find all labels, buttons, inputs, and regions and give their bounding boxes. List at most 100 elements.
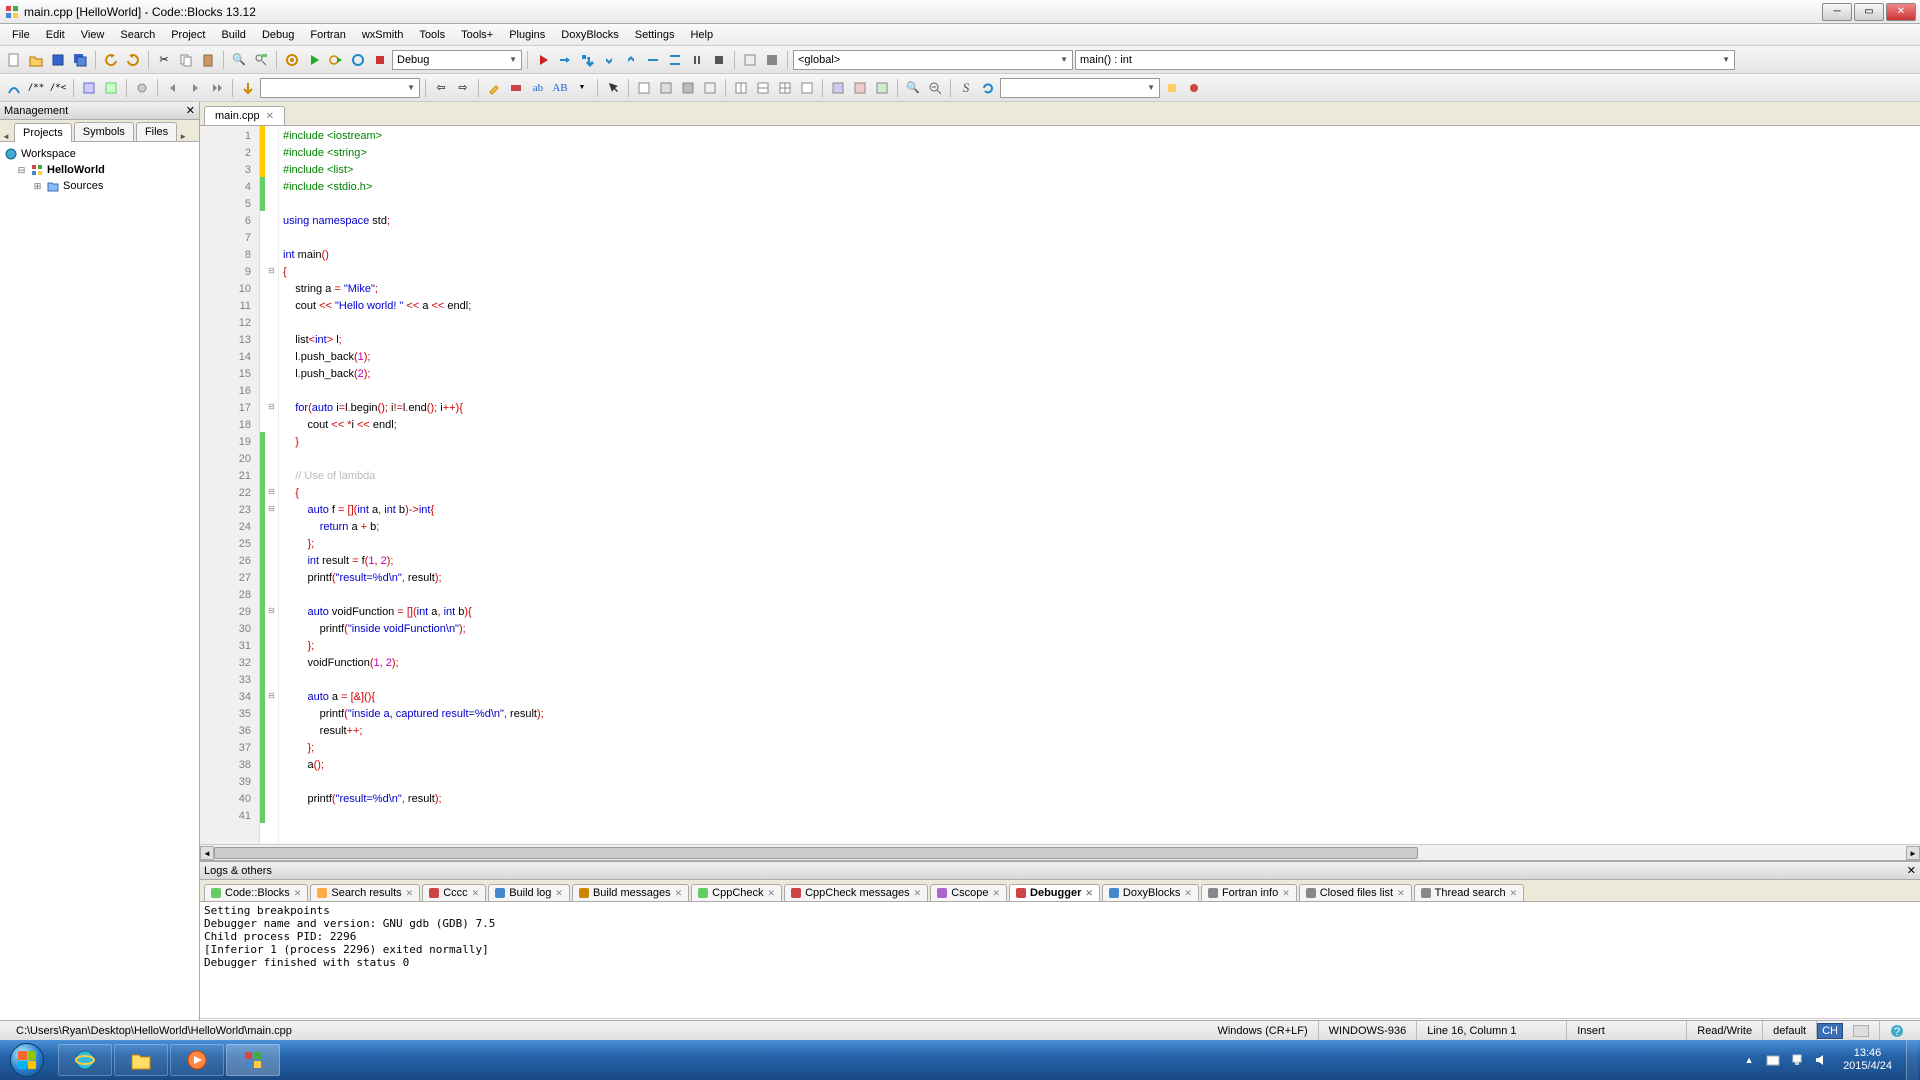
log-tab-cppcheck[interactable]: CppCheck✕ (691, 884, 782, 901)
s-style-icon[interactable]: S (956, 78, 976, 98)
scroll-thumb[interactable] (214, 847, 1418, 859)
log-tab-cppcheck-messages[interactable]: CppCheck messages✕ (784, 884, 928, 901)
project-tree[interactable]: Workspace ⊟ HelloWorld ⊞ Sources (0, 142, 199, 1040)
selection-icon[interactable] (506, 78, 526, 98)
start-button[interactable] (0, 1040, 54, 1080)
refresh-icon[interactable] (978, 78, 998, 98)
nav-fwd-icon[interactable] (185, 78, 205, 98)
logs-close-icon[interactable]: ✕ (1907, 864, 1916, 877)
aux-combo[interactable]: ▼ (1000, 78, 1160, 98)
status-keyboard-icon[interactable] (1843, 1021, 1880, 1040)
log-tab-closed-files-list[interactable]: Closed files list✕ (1299, 884, 1412, 901)
win2-icon[interactable] (656, 78, 676, 98)
highlight-icon[interactable] (484, 78, 504, 98)
debug-windows-icon[interactable] (740, 50, 760, 70)
tree-workspace[interactable]: Workspace (4, 146, 195, 162)
debugger-log[interactable]: Setting breakpoints Debugger name and ve… (200, 902, 1920, 1018)
next-instr-icon[interactable] (643, 50, 663, 70)
task-ie[interactable] (58, 1044, 112, 1076)
tray-action-icon[interactable] (1765, 1052, 1781, 1068)
select-icon[interactable] (603, 78, 623, 98)
tray-clock[interactable]: 13:46 2015/4/24 (1837, 1047, 1898, 1073)
menu-help[interactable]: Help (682, 26, 721, 44)
log-tab-search-results[interactable]: Search results✕ (310, 884, 420, 901)
menu-plugins[interactable]: Plugins (501, 26, 553, 44)
nav-last-icon[interactable] (207, 78, 227, 98)
debug-start-icon[interactable] (533, 50, 553, 70)
paste-icon[interactable] (198, 50, 218, 70)
win3-icon[interactable] (678, 78, 698, 98)
cut-icon[interactable]: ✂ (154, 50, 174, 70)
open-file-icon[interactable] (26, 50, 46, 70)
menu-view[interactable]: View (73, 26, 113, 44)
panel2-icon[interactable] (850, 78, 870, 98)
tray-network-icon[interactable] (1789, 1052, 1805, 1068)
jump-icon[interactable] (238, 78, 258, 98)
menu-fortran[interactable]: Fortran (302, 26, 353, 44)
menu-project[interactable]: Project (163, 26, 213, 44)
goto-combo[interactable]: ▼ (260, 78, 420, 98)
scroll-left-icon[interactable]: ◄ (200, 846, 214, 860)
abort-icon[interactable] (370, 50, 390, 70)
new-file-icon[interactable] (4, 50, 24, 70)
menu-tools[interactable]: Tools+ (453, 26, 501, 44)
taskbar[interactable]: ▲ 13:46 2015/4/24 (0, 1040, 1920, 1080)
log-tab-build-log[interactable]: Build log✕ (488, 884, 570, 901)
build-run-icon[interactable] (326, 50, 346, 70)
next-bookmark-icon[interactable]: ⇨ (453, 78, 473, 98)
layout3-icon[interactable] (775, 78, 795, 98)
win1-icon[interactable] (634, 78, 654, 98)
block-comment-icon[interactable]: /** (26, 78, 46, 98)
menu-search[interactable]: Search (112, 26, 163, 44)
layout2-icon[interactable] (753, 78, 773, 98)
code-editor[interactable]: 1234567891011121314151617181920212223242… (200, 126, 1920, 844)
info-icon[interactable] (762, 50, 782, 70)
minimize-button[interactable]: ─ (1822, 3, 1852, 21)
menu-settings[interactable]: Settings (627, 26, 683, 44)
task-codeblocks[interactable] (226, 1044, 280, 1076)
tree-sources-folder[interactable]: ⊞ Sources (4, 178, 195, 194)
tree-project[interactable]: ⊟ HelloWorld (4, 162, 195, 178)
maximize-button[interactable]: ▭ (1854, 3, 1884, 21)
log-tab-fortran-info[interactable]: Fortran info✕ (1201, 884, 1297, 901)
tab-nav-right[interactable]: ► (177, 132, 189, 141)
menu-doxyblocks[interactable]: DoxyBlocks (553, 26, 626, 44)
zoom-in-icon[interactable]: 🔍 (903, 78, 923, 98)
text-upper-icon[interactable]: AB (550, 78, 570, 98)
win4-icon[interactable] (700, 78, 720, 98)
step-out-icon[interactable] (621, 50, 641, 70)
nav-back-icon[interactable] (163, 78, 183, 98)
copy-icon[interactable] (176, 50, 196, 70)
scope-combo[interactable]: <global>▼ (793, 50, 1073, 70)
log-tab-build-messages[interactable]: Build messages✕ (572, 884, 689, 901)
task-explorer[interactable] (114, 1044, 168, 1076)
tab-nav-left[interactable]: ◄ (0, 132, 12, 141)
build-icon[interactable] (282, 50, 302, 70)
doxy-html-icon[interactable] (101, 78, 121, 98)
scroll-right-icon[interactable]: ► (1906, 846, 1920, 860)
menu-edit[interactable]: Edit (38, 26, 73, 44)
run-to-cursor-icon[interactable] (555, 50, 575, 70)
text-lower-icon[interactable]: ab (528, 78, 548, 98)
tab-files[interactable]: Files (136, 122, 177, 141)
tray-volume-icon[interactable] (1813, 1052, 1829, 1068)
expand-icon[interactable]: ⊟ (16, 165, 27, 176)
tab-projects[interactable]: Projects (14, 123, 72, 142)
tray-up-icon[interactable]: ▲ (1741, 1052, 1757, 1068)
run-icon[interactable] (304, 50, 324, 70)
replace-icon[interactable] (251, 50, 271, 70)
log-tab-doxyblocks[interactable]: DoxyBlocks✕ (1102, 884, 1199, 901)
symbol-combo[interactable]: main() : int▼ (1075, 50, 1735, 70)
code-content[interactable]: #include <iostream>#include <string>#inc… (279, 126, 1920, 844)
close-button[interactable]: ✕ (1886, 3, 1916, 21)
close-tab-icon[interactable]: ✕ (266, 111, 274, 122)
editor-tab-main[interactable]: main.cpp ✕ (204, 106, 285, 125)
zoom-out-icon[interactable] (925, 78, 945, 98)
management-close-icon[interactable]: ✕ (186, 104, 195, 117)
menu-wxsmith[interactable]: wxSmith (354, 26, 412, 44)
doxy-run-icon[interactable] (79, 78, 99, 98)
prev-bookmark-icon[interactable]: ⇦ (431, 78, 451, 98)
save-icon[interactable] (48, 50, 68, 70)
layout1-icon[interactable] (731, 78, 751, 98)
task-media[interactable] (170, 1044, 224, 1076)
